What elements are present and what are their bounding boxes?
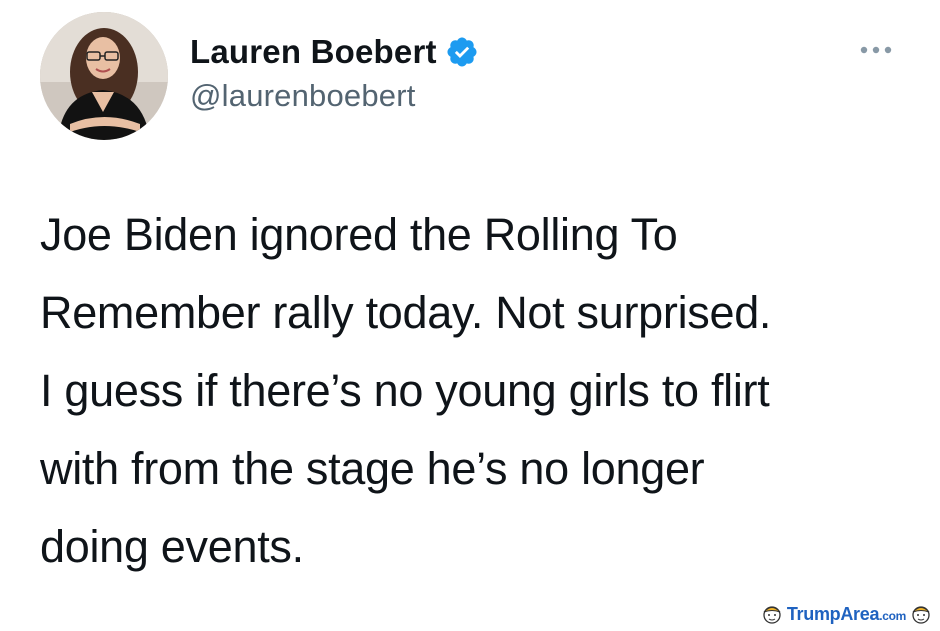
watermark-brand: TrumpArea xyxy=(786,603,880,624)
more-dots-icon[interactable] xyxy=(856,40,896,60)
watermark-suffix: .com xyxy=(879,608,906,623)
profile-photo xyxy=(40,12,168,140)
watermark-text: TrumpArea.com xyxy=(787,604,906,625)
verified-badge-icon xyxy=(445,35,479,69)
tweet-body-text: Joe Biden ignored the Rolling To Remembe… xyxy=(40,209,772,572)
watermark-face-icon-right xyxy=(910,603,932,625)
author-display-name[interactable]: Lauren Boebert xyxy=(190,33,437,71)
watermark: TrumpArea.com xyxy=(761,601,932,627)
tweet-header: Lauren Boebert @laurenboebert xyxy=(190,30,479,114)
name-row: Lauren Boebert xyxy=(190,30,479,74)
watermark-face-icon xyxy=(761,603,783,625)
author-handle[interactable]: @laurenboebert xyxy=(190,78,479,114)
profile-avatar[interactable] xyxy=(40,12,168,140)
tweet-card: Lauren Boebert @laurenboebert Joe Biden … xyxy=(0,0,940,631)
